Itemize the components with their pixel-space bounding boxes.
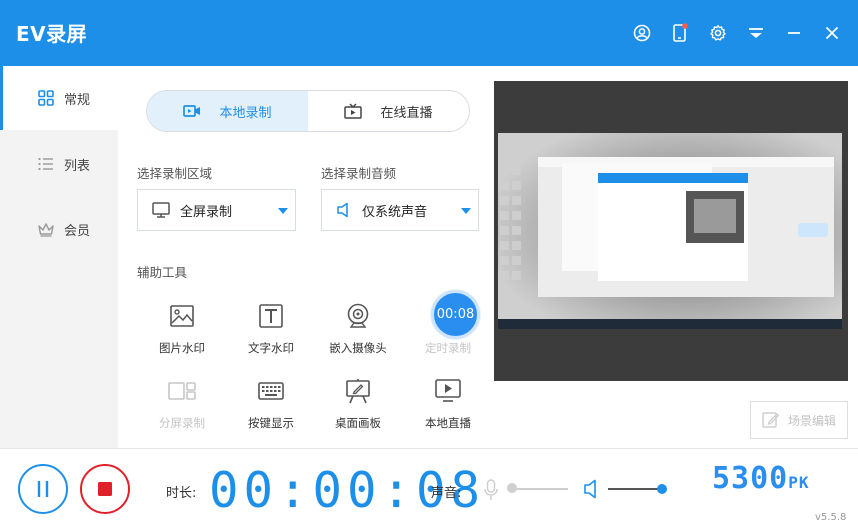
tools-label: 辅助工具	[137, 265, 188, 280]
title-bar: EV录屏	[0, 0, 858, 66]
mic-volume-knob[interactable]	[507, 483, 517, 493]
tool-key-display[interactable]: 按键显示	[231, 376, 311, 440]
system-volume-knob[interactable]	[657, 484, 667, 494]
app-title: EV录屏	[16, 22, 88, 46]
minimize-icon[interactable]	[782, 21, 806, 45]
tv-icon	[344, 103, 363, 119]
sidebar-item-label: 会员	[64, 223, 91, 239]
tab-label: 在线直播	[380, 105, 433, 121]
sidebar-item-vip[interactable]: 会员	[0, 197, 118, 261]
webcam-icon	[343, 301, 373, 331]
menu-icon[interactable]	[744, 21, 768, 45]
brand-watermark: 5300PK	[712, 461, 810, 496]
sidebar-item-general[interactable]: 常规	[0, 66, 118, 130]
pause-icon	[37, 481, 49, 497]
version-label: v5.5.8	[815, 512, 847, 523]
speaker-icon	[336, 202, 352, 218]
recording-preview	[494, 81, 848, 381]
tool-desktop-drawing[interactable]: 桌面画板	[318, 376, 398, 440]
audio-dropdown[interactable]: 仅系统声音	[321, 189, 479, 231]
tab-local-record[interactable]: 本地录制	[147, 91, 308, 131]
crown-icon	[36, 219, 56, 239]
mode-tabs: 本地录制 在线直播	[146, 90, 470, 132]
scene-edit-button[interactable]: 场景编辑	[750, 401, 848, 439]
tab-online-live[interactable]: 在线直播	[308, 91, 469, 131]
easel-icon	[343, 376, 373, 406]
chevron-down-icon	[461, 208, 471, 214]
chevron-down-icon	[278, 208, 288, 214]
stop-button[interactable]	[80, 464, 130, 514]
sound-label: 声音:	[431, 486, 462, 501]
gear-icon[interactable]	[706, 21, 730, 45]
tool-embed-webcam[interactable]: 嵌入摄像头	[318, 301, 398, 365]
list-icon	[36, 154, 56, 174]
audio-value: 仅系统声音	[362, 204, 428, 220]
audio-label: 选择录制音频	[321, 166, 397, 181]
speaker-icon[interactable]	[583, 479, 599, 503]
record-icon	[183, 105, 201, 117]
tool-image-watermark[interactable]: 图片水印	[142, 301, 222, 365]
user-icon[interactable]	[630, 21, 654, 45]
control-bar: 时长: 00:00:08 声音: 5300PK v5.5.8	[0, 448, 858, 530]
image-icon	[167, 301, 197, 331]
close-icon[interactable]	[820, 21, 844, 45]
grid-icon	[36, 88, 56, 108]
microphone-icon[interactable]	[484, 479, 498, 505]
edit-icon	[762, 412, 780, 428]
region-label: 选择录制区域	[137, 166, 213, 181]
region-value: 全屏录制	[180, 204, 233, 220]
tool-text-watermark[interactable]: 文字水印	[231, 301, 311, 365]
monitor-icon	[152, 202, 170, 218]
stop-icon	[98, 482, 112, 496]
sidebar-item-list[interactable]: 列表	[0, 132, 118, 196]
sidebar-item-label: 常规	[64, 92, 91, 108]
system-volume-slider[interactable]	[608, 488, 662, 490]
scheduled-timer-badge[interactable]: 00:08	[431, 290, 480, 339]
keyboard-icon	[256, 376, 286, 406]
mic-volume-slider[interactable]	[512, 488, 568, 490]
preview-screen-image	[498, 133, 842, 329]
text-icon	[256, 301, 286, 331]
sidebar: 常规 列表 会员	[0, 66, 118, 448]
pause-button[interactable]	[18, 464, 68, 514]
tab-label: 本地录制	[219, 105, 272, 121]
tool-split-screen[interactable]: 分屏录制	[142, 376, 222, 440]
tool-local-live[interactable]: 本地直播	[408, 376, 488, 440]
play-screen-icon	[433, 376, 463, 406]
region-dropdown[interactable]: 全屏录制	[137, 189, 296, 231]
sidebar-item-label: 列表	[64, 158, 91, 174]
phone-icon[interactable]	[668, 21, 692, 45]
split-icon	[167, 376, 197, 406]
duration-label: 时长:	[166, 486, 197, 501]
